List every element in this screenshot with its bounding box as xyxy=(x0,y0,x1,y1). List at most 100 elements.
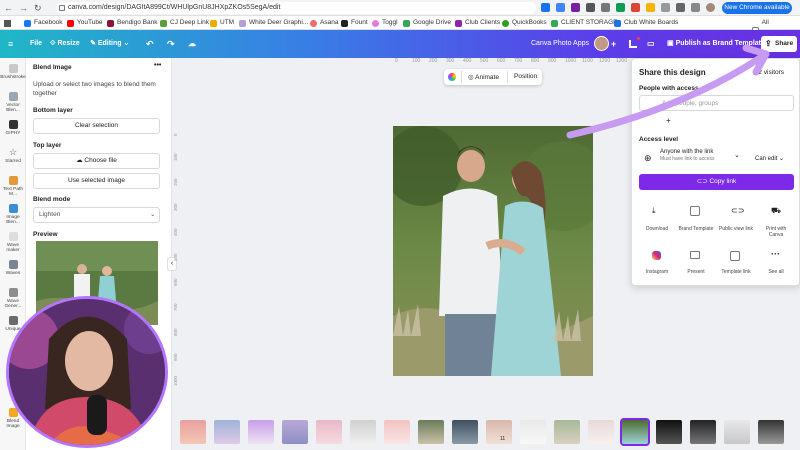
rail-waves[interactable]: Waves xyxy=(0,260,26,276)
resize-button[interactable]: ⟐ Resize xyxy=(50,39,80,49)
add-collaborator-icon[interactable]: + xyxy=(611,39,616,49)
bookmark-utm[interactable]: UTM xyxy=(210,16,234,30)
insights-icon[interactable] xyxy=(629,40,637,48)
copy-link-button[interactable]: ⊂⊃ Copy link xyxy=(639,174,794,190)
download-option[interactable]: ⤓ Download xyxy=(639,204,675,240)
color-wheel-icon[interactable] xyxy=(448,73,456,81)
apps-icon[interactable] xyxy=(4,20,11,27)
design-title[interactable]: Canva Photo Apps xyxy=(531,39,589,49)
sidebar-icon[interactable] xyxy=(691,3,700,12)
instagram-option[interactable]: Instagram xyxy=(639,249,675,279)
profile-avatar[interactable] xyxy=(706,3,715,12)
rail-image-blend[interactable]: Image Blen... xyxy=(0,204,26,225)
bookmark-toggl[interactable]: Toggl xyxy=(372,16,398,30)
rail-giphy[interactable]: GIPHY xyxy=(0,120,26,136)
page-thumbnail[interactable] xyxy=(418,420,444,444)
utm-icon xyxy=(210,19,217,27)
extension-icon[interactable] xyxy=(661,3,670,12)
see-all-option[interactable]: ··· See all xyxy=(758,249,794,279)
back-icon[interactable]: ← xyxy=(4,3,13,13)
publish-brand-template-button[interactable]: ▣ Publish as Brand Template xyxy=(667,39,765,49)
extension-icon[interactable] xyxy=(646,3,655,12)
page-thumbnail[interactable] xyxy=(588,420,614,444)
link-icon: ⊂⊃ xyxy=(731,206,745,215)
bookmark-club-clients[interactable]: Club Clients xyxy=(455,16,500,30)
rail-wave-maker[interactable]: Wave maker xyxy=(0,232,26,253)
page-thumbnail[interactable] xyxy=(724,420,750,444)
bookmark-facebook[interactable]: Facebook xyxy=(24,16,63,30)
puzzle-icon[interactable] xyxy=(676,3,685,12)
file-menu[interactable]: File xyxy=(30,39,42,49)
editing-mode-dropdown[interactable]: ✎ Editing ⌄ xyxy=(90,39,129,49)
bookmark-google-drive[interactable]: Google Drive xyxy=(403,16,451,30)
use-selected-image-button[interactable]: Use selected image xyxy=(33,173,160,189)
bookmark-club-white-boards[interactable]: Club White Boards xyxy=(614,16,678,30)
page-thumbnail-current[interactable] xyxy=(620,418,650,446)
add-people-input[interactable]: Add people, groups xyxy=(639,95,794,111)
page-thumbnail[interactable] xyxy=(690,420,716,444)
public-view-link-option[interactable]: ⊂⊃ Public view link xyxy=(718,204,754,240)
page-thumbnail[interactable] xyxy=(520,420,546,444)
comments-icon[interactable]: ▭ xyxy=(647,39,655,49)
menu-icon[interactable]: ≡ xyxy=(8,39,13,49)
undo-icon[interactable]: ↶ xyxy=(146,39,154,49)
page-thumbnail[interactable] xyxy=(248,420,274,444)
bookmark-bendigo[interactable]: Bendigo Bank xyxy=(107,16,157,30)
bookmark-white-deer[interactable]: White Deer Graphi... xyxy=(239,16,308,30)
forward-icon[interactable]: → xyxy=(19,3,28,13)
extension-icon[interactable] xyxy=(571,3,580,12)
rail-wave-generator[interactable]: Wave Gener... xyxy=(0,288,26,309)
visitors-link[interactable]: ▮ 2 visitors xyxy=(753,68,784,76)
camera-extension-icon[interactable] xyxy=(601,3,610,12)
extension-icon[interactable] xyxy=(631,3,640,12)
link-access-select[interactable]: Anyone with the link Must have link to a… xyxy=(660,149,744,167)
add-people-icon[interactable]: + xyxy=(666,116,671,125)
more-options-icon[interactable]: ••• xyxy=(154,62,161,69)
canvas-photo[interactable] xyxy=(393,126,593,376)
bookmark-client-storage[interactable]: CLIENT STORAGE xyxy=(551,16,617,30)
collaborator-avatar[interactable] xyxy=(594,36,609,51)
site-info-icon[interactable] xyxy=(59,5,65,11)
rail-brushstroke[interactable]: Brushstroke xyxy=(0,64,26,80)
page-thumbnail[interactable] xyxy=(214,420,240,444)
page-thumbnail[interactable] xyxy=(554,420,580,444)
chrome-update-button[interactable]: New Chrome available xyxy=(722,2,792,14)
page-thumbnail[interactable]: 11 xyxy=(486,420,512,444)
position-button[interactable]: Position xyxy=(514,73,537,80)
globe-icon: ⊕ xyxy=(644,153,652,163)
reload-icon[interactable]: ↻ xyxy=(34,3,42,13)
rail-vector-blend[interactable]: Vector Blen... xyxy=(0,92,26,113)
clear-selection-button[interactable]: Clear selection xyxy=(33,118,160,134)
page-thumbnail[interactable] xyxy=(180,420,206,444)
share-button[interactable]: ⇪ Share xyxy=(761,36,797,52)
bookmark-cj[interactable]: CJ Deep Link xyxy=(160,16,209,30)
extension-icon[interactable] xyxy=(541,3,550,12)
print-with-canva-option[interactable]: ⛟ Print with Canva xyxy=(758,204,794,240)
facebook-icon xyxy=(24,19,31,27)
rail-starred[interactable]: ☆ Starred xyxy=(0,148,26,165)
page-thumbnail[interactable] xyxy=(758,420,784,444)
bookmark-fount[interactable]: Fount xyxy=(341,16,368,30)
extension-icon[interactable] xyxy=(616,3,625,12)
role-select[interactable]: Can edit ⌄ xyxy=(755,155,784,162)
page-thumbnail[interactable] xyxy=(316,420,342,444)
bookmark-youtube[interactable]: YouTube xyxy=(67,16,103,30)
blend-mode-select[interactable]: Lighten ⌄ xyxy=(33,207,160,223)
page-thumbnail[interactable] xyxy=(350,420,376,444)
template-link-option[interactable]: Template link xyxy=(718,249,754,279)
address-bar[interactable]: canva.com/design/DAGItA899Ct/WHUlpGnU8JH… xyxy=(56,2,536,14)
extension-icon[interactable] xyxy=(556,3,565,12)
redo-icon[interactable]: ↷ xyxy=(167,39,175,49)
page-thumbnail[interactable] xyxy=(384,420,410,444)
choose-file-button[interactable]: ☁ Choose file xyxy=(33,153,160,169)
animate-button[interactable]: ◎ Animate xyxy=(468,73,499,81)
present-option[interactable]: Present xyxy=(678,249,714,279)
page-thumbnail[interactable] xyxy=(656,420,682,444)
page-thumbnail[interactable] xyxy=(452,420,478,444)
extension-icon[interactable] xyxy=(586,3,595,12)
brand-template-option[interactable]: Brand Template xyxy=(678,204,714,240)
rail-text-path[interactable]: Text Path M... xyxy=(0,176,26,197)
page-thumbnail[interactable] xyxy=(282,420,308,444)
bookmark-quickbooks[interactable]: QuickBooks xyxy=(502,16,547,30)
bookmark-asana[interactable]: Asana xyxy=(310,16,338,30)
